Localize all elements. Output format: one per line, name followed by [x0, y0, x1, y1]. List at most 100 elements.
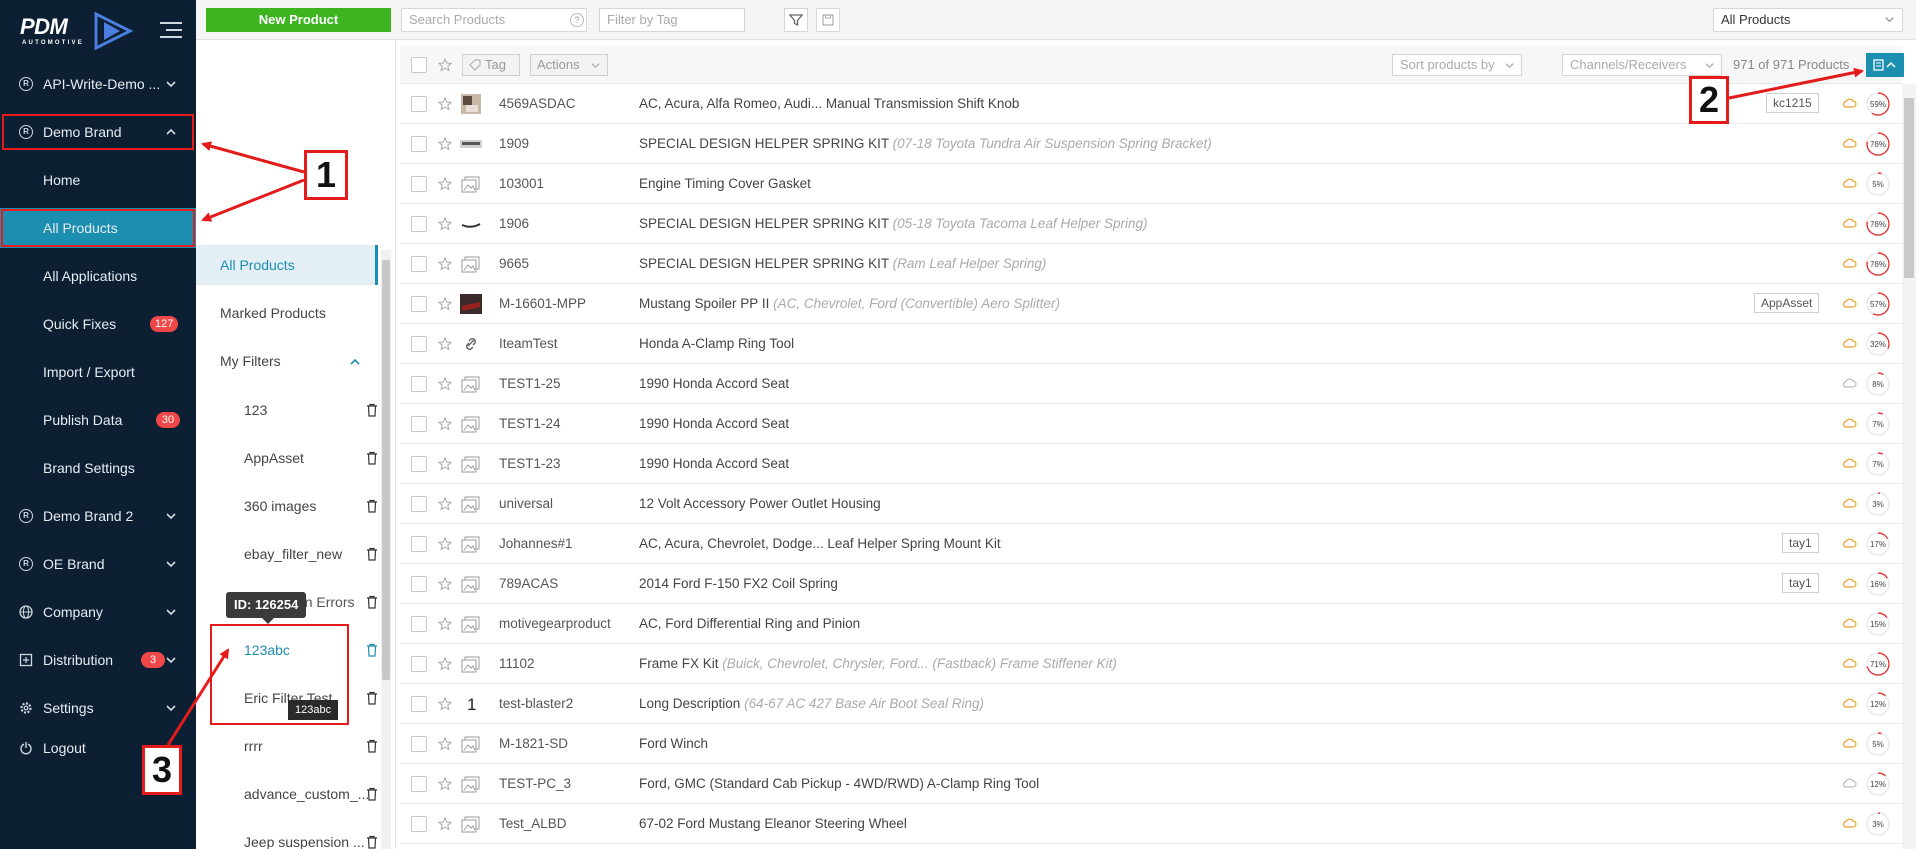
help-icon[interactable]: ? — [570, 13, 584, 27]
sidebar-item-home[interactable]: Home — [0, 160, 196, 200]
actions-dropdown[interactable]: Actions — [530, 54, 608, 76]
product-name-cell[interactable]: Long Description (64-67 AC 427 Base Air … — [639, 696, 984, 711]
star-icon[interactable] — [438, 58, 452, 72]
sidebar-item-settings[interactable]: Settings — [0, 688, 196, 728]
sidebar-item-quick-fixes[interactable]: Quick Fixes 127 — [0, 304, 196, 344]
cloud-icon[interactable] — [1841, 817, 1857, 829]
star-icon[interactable] — [438, 217, 452, 231]
trash-icon[interactable] — [366, 403, 378, 417]
row-checkbox[interactable] — [411, 96, 427, 112]
cloud-icon[interactable] — [1841, 217, 1857, 229]
menu-collapse-icon[interactable] — [160, 20, 182, 40]
cloud-icon[interactable] — [1841, 657, 1857, 669]
sidebar-item-oe-brand[interactable]: R OE Brand — [0, 544, 196, 584]
product-name-cell[interactable]: 12 Volt Accessory Power Outlet Housing — [639, 496, 881, 511]
table-row[interactable]: TEST1-23 1990 Honda Accord Seat 7% — [400, 444, 1902, 484]
product-id[interactable]: 789ACAS — [499, 576, 558, 591]
cloud-icon[interactable] — [1841, 457, 1857, 469]
saved-filter-item[interactable]: 360 images — [196, 486, 378, 526]
row-checkbox[interactable] — [411, 456, 427, 472]
sidebar-item-publish-data[interactable]: Publish Data 30 — [0, 400, 196, 440]
trash-icon[interactable] — [366, 451, 378, 465]
row-checkbox[interactable] — [411, 256, 427, 272]
star-icon[interactable] — [438, 377, 452, 391]
product-name-cell[interactable]: 67-02 Ford Mustang Eleanor Steering Whee… — [639, 816, 907, 831]
sort-products-dropdown[interactable]: Sort products by — [1392, 54, 1522, 76]
product-tag[interactable]: AppAsset — [1754, 293, 1820, 313]
row-checkbox[interactable] — [411, 576, 427, 592]
search-products-input[interactable]: Search Products — [401, 8, 587, 32]
table-row[interactable]: 103001 Engine Timing Cover Gasket 5% — [400, 164, 1902, 204]
cloud-icon[interactable] — [1841, 257, 1857, 269]
star-icon[interactable] — [438, 457, 452, 471]
filter-funnel-button[interactable] — [784, 8, 808, 32]
sidebar-item-import-export[interactable]: Import / Export — [0, 352, 196, 392]
cloud-icon[interactable] — [1841, 177, 1857, 189]
row-checkbox[interactable] — [411, 776, 427, 792]
cloud-icon[interactable] — [1841, 577, 1857, 589]
star-icon[interactable] — [438, 697, 452, 711]
table-row[interactable]: 1909 SPECIAL DESIGN HELPER SPRING KIT (07… — [400, 124, 1902, 164]
row-checkbox[interactable] — [411, 296, 427, 312]
star-icon[interactable] — [438, 617, 452, 631]
table-row[interactable]: M-1821-SD Ford Winch 5% — [400, 724, 1902, 764]
saved-filter-item[interactable]: 123 — [196, 390, 378, 430]
saved-filter-item[interactable]: advance_custom_... — [196, 774, 378, 814]
row-checkbox[interactable] — [411, 656, 427, 672]
table-row[interactable]: Johannes#1 AC, Acura, Chevrolet, Dodge...… — [400, 524, 1902, 564]
product-id[interactable]: TEST-PC_3 — [499, 776, 571, 791]
table-row[interactable]: 11102 Frame FX Kit (Buick, Chevrolet, Chr… — [400, 644, 1902, 684]
table-row[interactable]: TEST-PC_3 Ford, GMC (Standard Cab Pickup … — [400, 764, 1902, 804]
product-tag[interactable]: kc1215 — [1766, 93, 1819, 113]
pdm-logo[interactable]: PDM AUTOMOTIVE — [20, 10, 140, 52]
product-id[interactable]: 9665 — [499, 256, 529, 271]
product-name-cell[interactable]: Mustang Spoiler PP II (AC, Chevrolet, Fo… — [639, 296, 1060, 311]
product-name-cell[interactable]: AC, Acura, Alfa Romeo, Audi... Manual Tr… — [639, 96, 1019, 111]
product-name-cell[interactable]: 1990 Honda Accord Seat — [639, 456, 789, 471]
select-all-checkbox[interactable] — [411, 57, 427, 73]
saved-filter-item[interactable]: ebay_filter_new — [196, 534, 378, 574]
product-id[interactable]: IteamTest — [499, 336, 558, 351]
sidebar-item-brand-settings[interactable]: Brand Settings — [0, 448, 196, 488]
product-id[interactable]: motivegearproduct — [499, 616, 611, 631]
trash-icon[interactable] — [366, 499, 378, 513]
product-name-cell[interactable]: SPECIAL DESIGN HELPER SPRING KIT (Ram Le… — [639, 256, 1046, 271]
product-id[interactable]: 1909 — [499, 136, 529, 151]
trash-icon[interactable] — [366, 835, 378, 849]
view-select-dropdown[interactable]: All Products — [1713, 8, 1903, 32]
sidebar-item-demo-brand-2[interactable]: R Demo Brand 2 — [0, 496, 196, 536]
table-row[interactable]: 1 test-blaster2 Long Description (64-67 AC… — [400, 684, 1902, 724]
row-checkbox[interactable] — [411, 336, 427, 352]
filter-panel-scrollbar-thumb[interactable] — [382, 260, 390, 680]
cloud-icon[interactable] — [1841, 777, 1857, 789]
filter-by-tag-input[interactable]: Filter by Tag — [599, 8, 745, 32]
row-checkbox[interactable] — [411, 736, 427, 752]
filter-all-products[interactable]: All Products — [196, 245, 378, 285]
trash-icon[interactable] — [366, 643, 378, 657]
row-checkbox[interactable] — [411, 176, 427, 192]
saved-filter-item[interactable]: rrrr — [196, 726, 378, 766]
cloud-icon[interactable] — [1841, 697, 1857, 709]
product-id[interactable]: 1906 — [499, 216, 529, 231]
cloud-icon[interactable] — [1841, 137, 1857, 149]
tag-button[interactable]: Tag — [462, 54, 520, 76]
sidebar-item-demo-brand[interactable]: R Demo Brand — [0, 112, 196, 152]
product-id[interactable]: TEST1-23 — [499, 456, 561, 471]
table-row[interactable]: universal 12 Volt Accessory Power Outlet … — [400, 484, 1902, 524]
star-icon[interactable] — [438, 257, 452, 271]
channels-receivers-dropdown[interactable]: Channels/Receivers — [1562, 54, 1722, 76]
my-filters-header[interactable]: My Filters — [196, 341, 378, 381]
product-name-cell[interactable]: Ford Winch — [639, 736, 708, 751]
table-row[interactable]: IteamTest Honda A-Clamp Ring Tool 32% — [400, 324, 1902, 364]
star-icon[interactable] — [438, 777, 452, 791]
cloud-icon[interactable] — [1841, 97, 1857, 109]
row-checkbox[interactable] — [411, 376, 427, 392]
cloud-icon[interactable] — [1841, 337, 1857, 349]
product-id[interactable]: M-16601-MPP — [499, 296, 586, 311]
star-icon[interactable] — [438, 537, 452, 551]
cloud-icon[interactable] — [1841, 737, 1857, 749]
star-icon[interactable] — [438, 137, 452, 151]
product-id[interactable]: 4569ASDAC — [499, 96, 576, 111]
star-icon[interactable] — [438, 657, 452, 671]
row-checkbox[interactable] — [411, 616, 427, 632]
